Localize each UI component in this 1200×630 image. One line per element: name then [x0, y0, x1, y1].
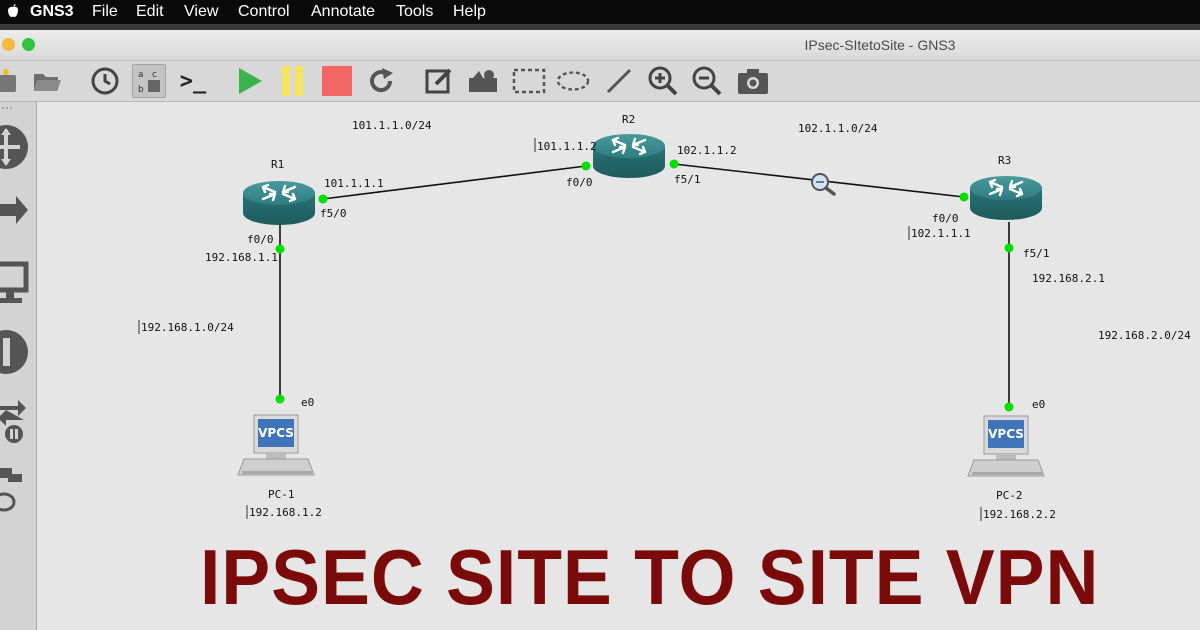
browse-routers-icon[interactable] [0, 120, 30, 179]
draw-line-icon[interactable] [602, 64, 636, 98]
main-toolbar: a c b >_ [0, 61, 1200, 102]
pc2-vpcs-label: VPCS [988, 427, 1024, 441]
insert-picture-icon[interactable] [466, 64, 500, 98]
pc1-e0-status-dot [275, 394, 285, 404]
note-pc2-ip: 192.168.2.2 [983, 508, 1056, 521]
pc2-e0-label: e0 [1032, 398, 1045, 411]
note-net-r2-r3: 102.1.1.0/24 [798, 122, 878, 135]
r3-f0-0-label: f0/0 [932, 212, 959, 225]
note-r3-f0-0-ip: 102.1.1.1 [911, 227, 971, 240]
menu-annotate[interactable]: Annotate [311, 3, 375, 21]
menu-view[interactable]: View [184, 3, 218, 21]
router-r3-name: R3 [998, 154, 1011, 167]
menu-tools[interactable]: Tools [396, 3, 433, 21]
pc1-vpcs-label: VPCS [258, 426, 294, 440]
pc1-name: PC-1 [268, 488, 295, 501]
r2-f5-1-label: f5/1 [674, 173, 701, 186]
add-note-icon[interactable] [422, 64, 456, 98]
svg-text:b: b [138, 85, 144, 95]
history-clock-icon[interactable] [88, 64, 122, 98]
r1-f0-0-label: f0/0 [247, 233, 274, 246]
browse-all-devices-icon[interactable] [0, 398, 32, 449]
menu-bar: GNS3 File Edit View Control Annotate Too… [0, 0, 1200, 24]
pc2-name: PC-2 [996, 489, 1023, 502]
menu-control[interactable]: Control [238, 3, 290, 21]
browse-switches-icon[interactable] [0, 192, 32, 237]
app-menu-gns3[interactable]: GNS3 [30, 3, 74, 21]
browse-end-devices-icon[interactable] [0, 260, 32, 311]
r3-f0-0-status-dot [959, 192, 969, 202]
zoom-in-icon[interactable] [646, 64, 680, 98]
note-net-lan2: 192.168.2.0/24 [1098, 329, 1191, 342]
link-status-dots [275, 159, 1014, 412]
pc2-e0-status-dot [1004, 402, 1014, 412]
r2-f0-0-label: f0/0 [566, 176, 593, 189]
r2-f5-1-status-dot [669, 159, 679, 169]
r1-f5-0-status-dot [318, 194, 328, 204]
reload-all-icon[interactable] [364, 64, 398, 98]
window-titlebar: IPsec-SItetoSite - GNS3 [0, 30, 1200, 61]
console-all-icon[interactable]: >_ [176, 64, 210, 98]
menu-help[interactable]: Help [453, 3, 486, 21]
note-r3-f5-1-ip: 192.168.2.1 [1032, 272, 1105, 285]
note-r1-f5-0-ip: 101.1.1.1 [324, 177, 384, 190]
note-r2-f0-0-ip: 101.1.1.2 [537, 140, 597, 153]
r3-f5-1-label: f5/1 [1023, 247, 1050, 260]
r3-f5-1-status-dot [1004, 243, 1014, 253]
router-r2-name: R2 [622, 113, 635, 126]
host-pc-2[interactable]: VPCS [967, 415, 1045, 477]
apple-icon[interactable] [6, 3, 20, 24]
svg-text:a: a [138, 70, 144, 80]
open-project-icon[interactable] [30, 64, 64, 98]
router-r3[interactable] [968, 174, 1044, 222]
note-pc1-ip: 192.168.1.2 [249, 506, 322, 519]
note-net-r1-r2: 101.1.1.0/24 [352, 119, 432, 132]
new-project-icon[interactable] [0, 64, 20, 98]
start-all-icon[interactable] [232, 64, 266, 98]
svg-text:c: c [152, 70, 157, 80]
host-pc-1[interactable]: VPCS [237, 414, 315, 476]
browse-security-devices-icon[interactable] [0, 326, 30, 383]
sidebar-grip [0, 104, 36, 112]
note-r2-f5-1-ip: 102.1.1.2 [677, 144, 737, 157]
zoom-out-icon[interactable] [690, 64, 724, 98]
note-net-lan1: 192.168.1.0/24 [141, 321, 234, 334]
packet-capture-icon[interactable] [811, 173, 836, 196]
draw-rectangle-icon[interactable] [512, 64, 546, 98]
screenshot-camera-icon[interactable] [736, 64, 770, 98]
r2-f0-0-status-dot [581, 161, 591, 171]
add-link-icon[interactable] [0, 464, 28, 517]
stop-all-icon[interactable] [320, 64, 354, 98]
router-r2[interactable] [591, 132, 667, 180]
pause-all-icon[interactable] [276, 64, 310, 98]
note-r1-f0-0-ip: 192.168.1.1 [205, 251, 278, 264]
show-interface-labels-button[interactable]: a c b [132, 64, 166, 98]
headline-banner: IPSEC SITE TO SITE VPN [200, 533, 1100, 621]
router-r1[interactable] [241, 179, 317, 227]
window-title: IPsec-SItetoSite - GNS3 [804, 37, 956, 53]
menu-file[interactable]: File [92, 3, 118, 21]
draw-ellipse-icon[interactable] [556, 64, 590, 98]
r1-f5-0-label: f5/0 [320, 207, 347, 220]
device-type-sidebar [0, 102, 37, 630]
menu-edit[interactable]: Edit [136, 3, 164, 21]
pc1-e0-label: e0 [301, 396, 314, 409]
router-r1-name: R1 [271, 158, 284, 171]
